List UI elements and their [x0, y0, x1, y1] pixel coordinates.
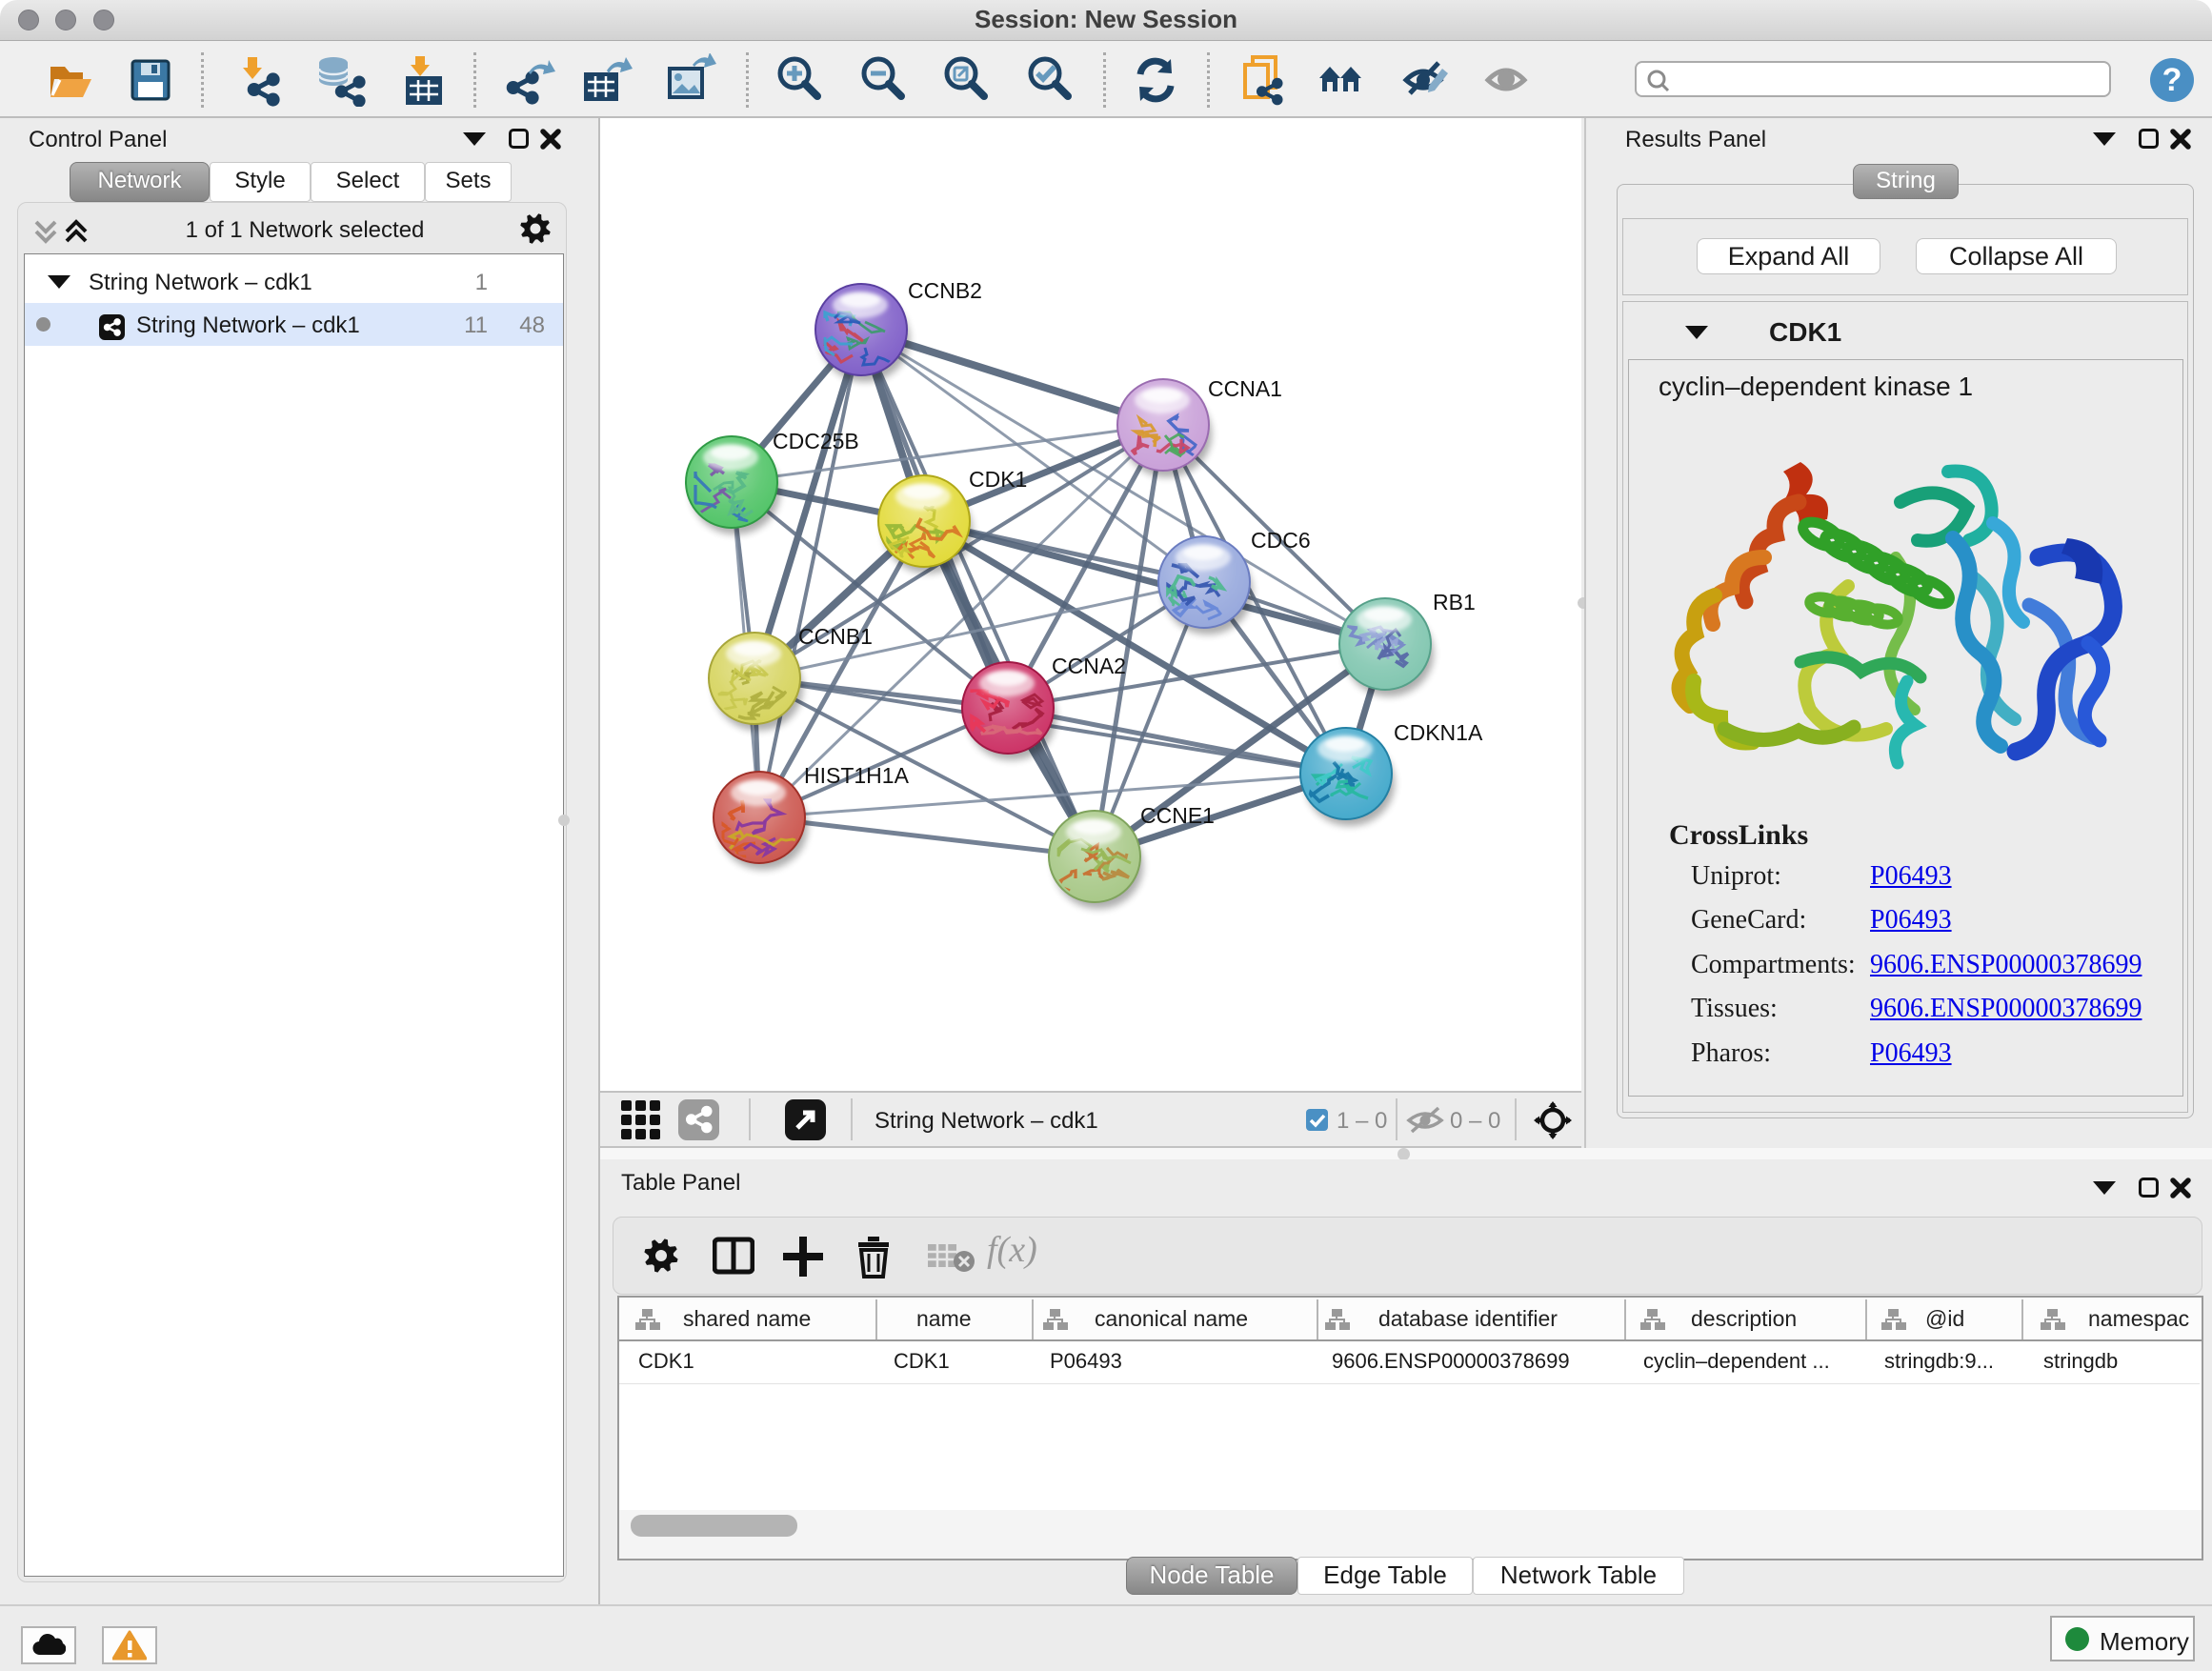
svg-text:CCNB2: CCNB2: [908, 278, 982, 303]
svg-text:CCNA1: CCNA1: [1208, 376, 1282, 401]
svg-text:CDC25B: CDC25B: [773, 429, 859, 453]
svg-text:CDC6: CDC6: [1251, 528, 1311, 553]
svg-text:CCNA2: CCNA2: [1052, 654, 1126, 678]
svg-text:CDK1: CDK1: [969, 467, 1027, 492]
svg-text:CCNE1: CCNE1: [1140, 803, 1215, 828]
svg-text:HIST1H1A: HIST1H1A: [804, 763, 910, 788]
svg-text:CDKN1A: CDKN1A: [1394, 720, 1483, 745]
svg-text:CCNB1: CCNB1: [798, 624, 873, 649]
svg-text:RB1: RB1: [1433, 590, 1476, 614]
